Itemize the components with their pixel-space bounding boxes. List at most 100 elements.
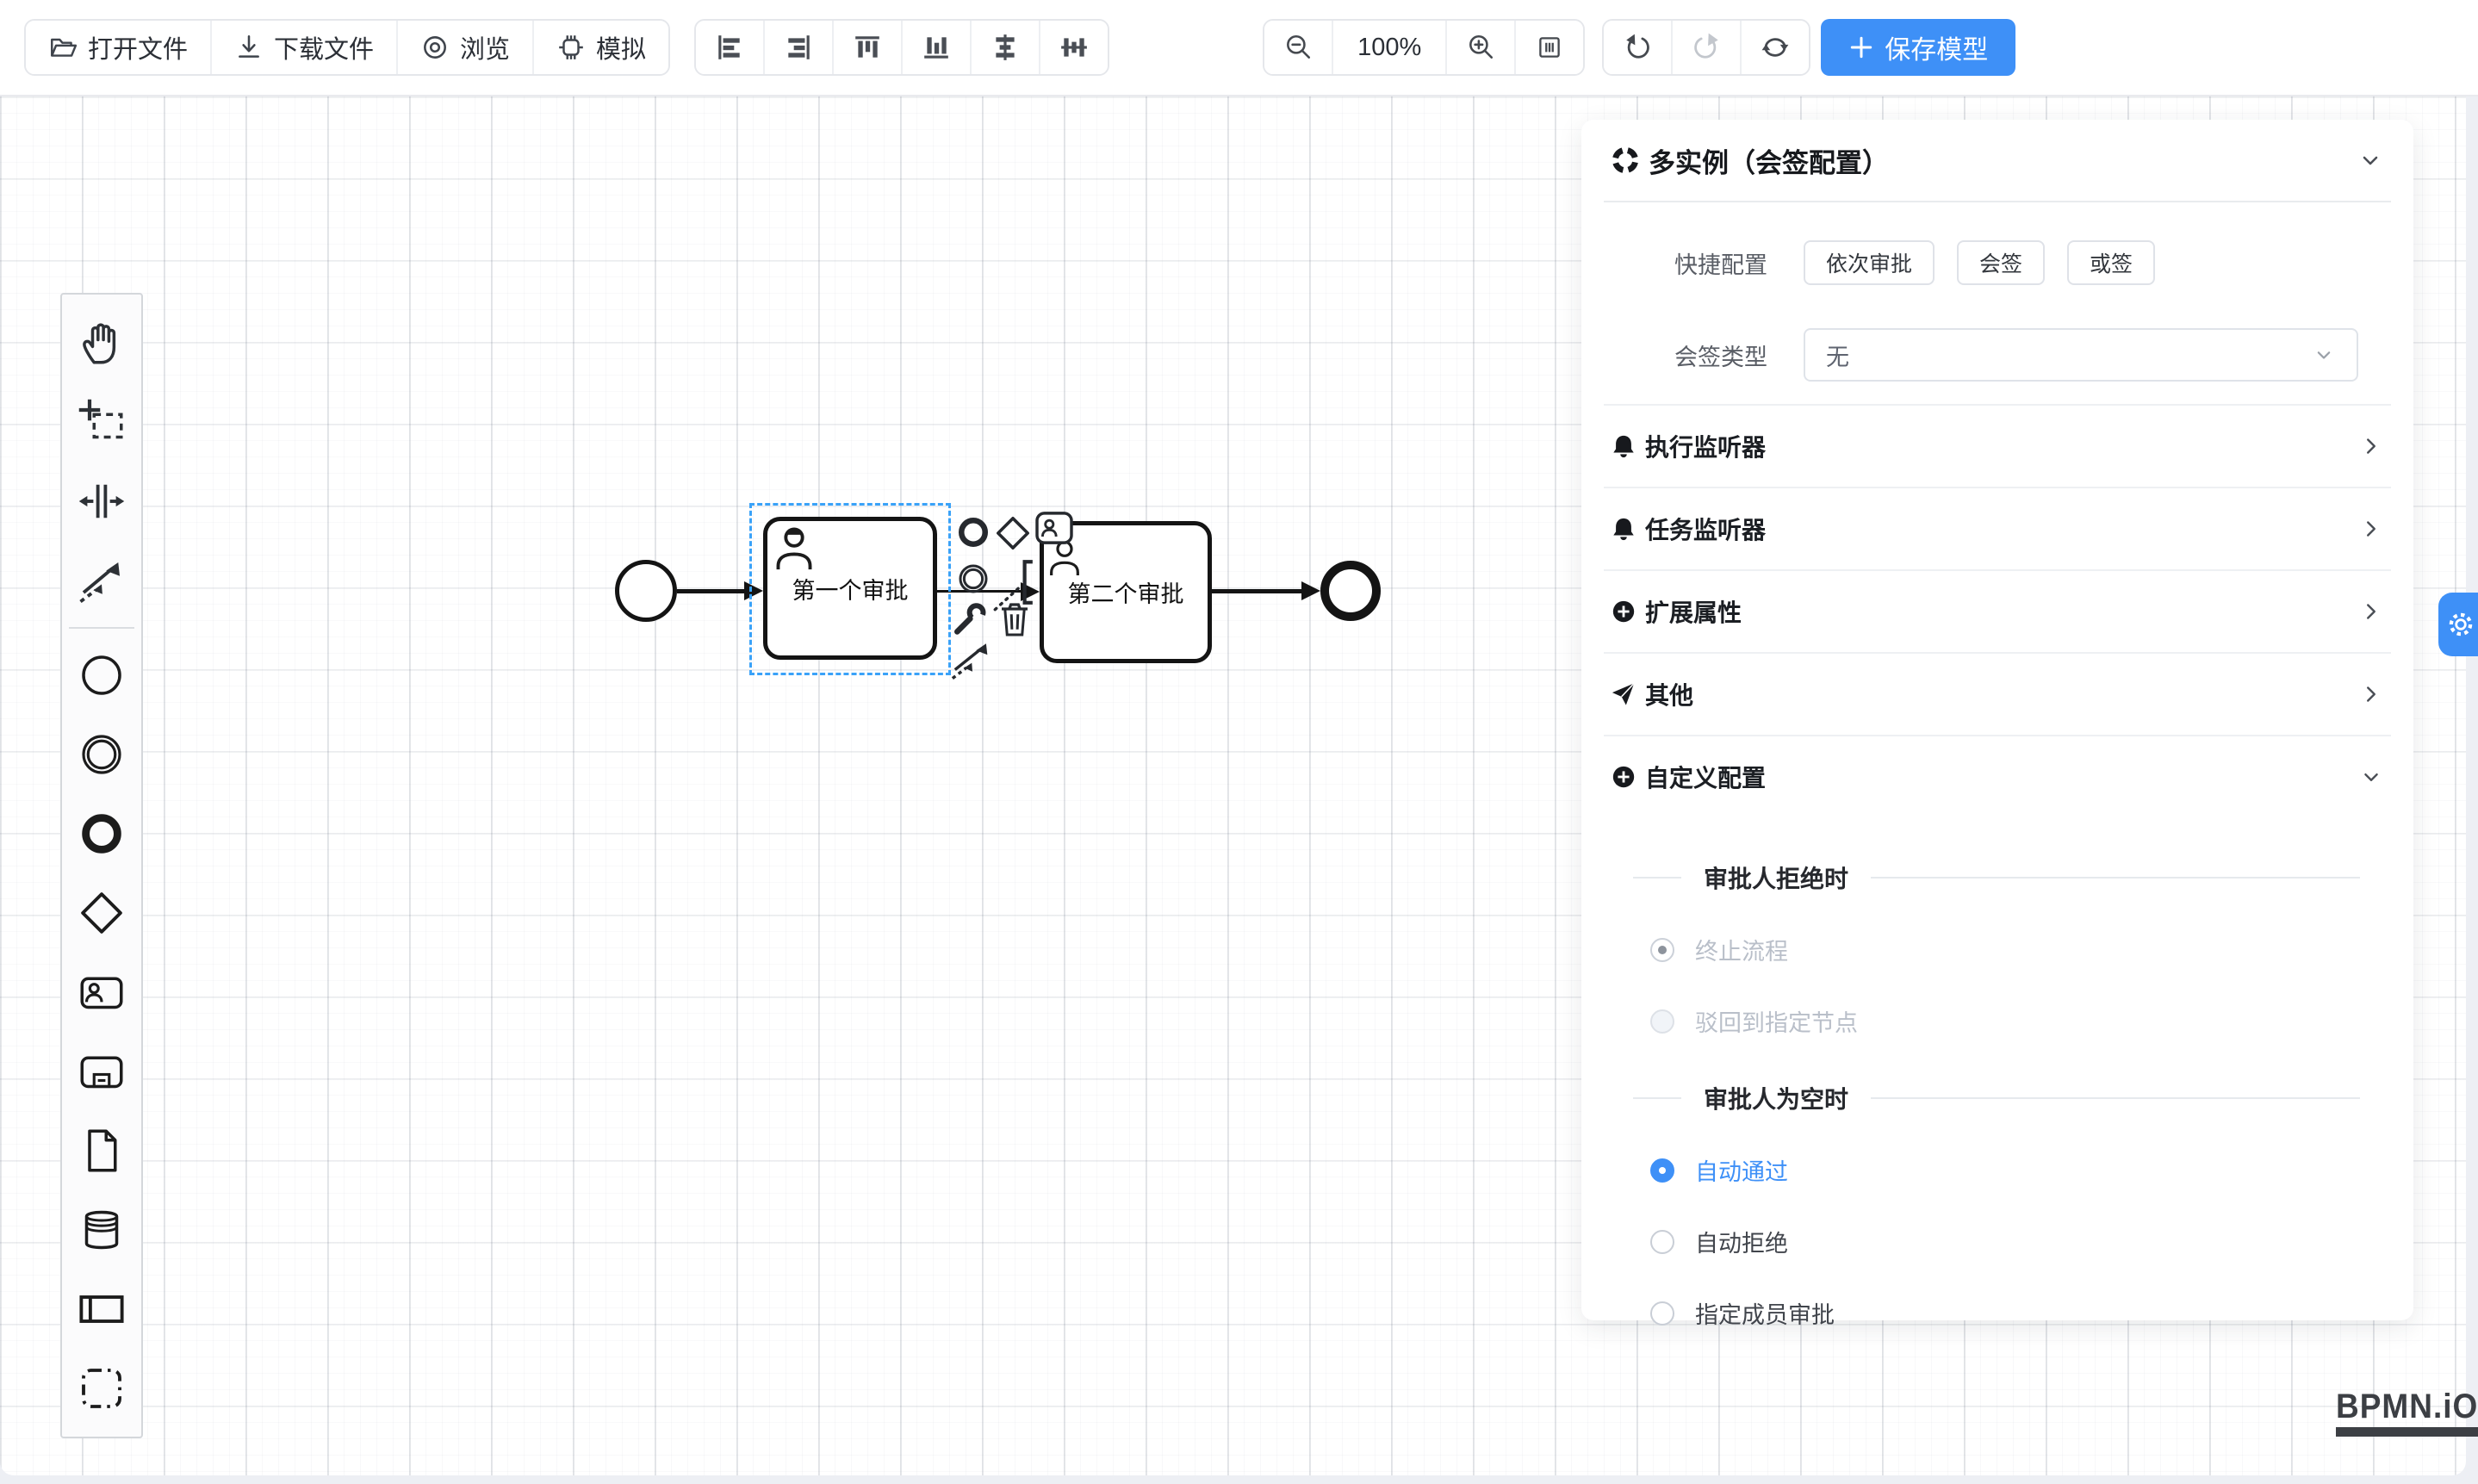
radio-label: 驳回到指定节点 bbox=[1695, 1004, 1858, 1038]
global-connect-icon bbox=[78, 556, 126, 605]
create-intermediate-event[interactable] bbox=[62, 715, 141, 794]
task-label: 第二个审批 bbox=[1068, 575, 1184, 609]
save-model-button[interactable]: 保存模型 bbox=[1821, 19, 2015, 76]
align-center-horizontal-icon bbox=[991, 33, 1020, 62]
create-gateway[interactable] bbox=[62, 873, 141, 953]
pad-append-end-event[interactable] bbox=[956, 515, 991, 550]
start-event[interactable] bbox=[615, 560, 677, 622]
chevron-down-icon bbox=[2358, 764, 2384, 790]
sequence-flow-arrowhead bbox=[744, 581, 763, 600]
hand-tool[interactable] bbox=[62, 303, 141, 382]
panel-header[interactable]: 多实例（会签配置） bbox=[1604, 120, 2391, 201]
multi-instance-icon bbox=[1611, 146, 1640, 175]
sign-type-value: 无 bbox=[1826, 338, 1849, 372]
pad-wrench[interactable] bbox=[953, 601, 989, 637]
gear-icon bbox=[2446, 610, 2475, 639]
undo-button[interactable] bbox=[1604, 21, 1671, 74]
intermediate-event-icon bbox=[78, 730, 126, 779]
pad-append-intermediate-event[interactable] bbox=[956, 562, 991, 596]
undo-icon bbox=[1623, 33, 1652, 62]
chevron-down-icon[interactable] bbox=[2357, 146, 2384, 174]
end-event[interactable] bbox=[1320, 561, 1381, 621]
toolbar: 打开文件 下载文件 浏览 模拟 bbox=[0, 0, 2478, 96]
sign-type-row: 会签类型 无 bbox=[1604, 328, 2391, 382]
refresh-icon bbox=[1761, 33, 1790, 62]
create-end-event[interactable] bbox=[62, 794, 141, 873]
pad-append-gateway[interactable] bbox=[994, 514, 1032, 552]
bpmn-io-logo[interactable]: BPMN.iO bbox=[2336, 1388, 2478, 1437]
create-data-store[interactable] bbox=[62, 1190, 141, 1270]
create-subprocess[interactable] bbox=[62, 1032, 141, 1111]
group-icon bbox=[78, 1364, 126, 1413]
align-left-button[interactable] bbox=[696, 21, 763, 74]
radio-terminate-process[interactable]: 终止流程 bbox=[1604, 933, 2391, 966]
align-top-icon bbox=[853, 33, 882, 62]
plus-icon bbox=[1848, 34, 1874, 60]
zoom-out-button[interactable] bbox=[1264, 21, 1332, 74]
fit-viewport-icon bbox=[1535, 33, 1564, 62]
panel-sections: 执行监听器 任务监听器 扩展属性 bbox=[1604, 404, 2391, 817]
align-center-horizontal-button[interactable] bbox=[970, 21, 1039, 74]
sequence-flow[interactable] bbox=[677, 589, 746, 593]
radio-icon bbox=[1650, 1230, 1674, 1254]
pad-append-user-task[interactable] bbox=[1034, 511, 1074, 545]
quick-config-countersign-button[interactable]: 会签 bbox=[1957, 240, 2045, 285]
global-connect-tool[interactable] bbox=[62, 541, 141, 620]
subprocess-icon bbox=[78, 1047, 126, 1096]
section-other[interactable]: 其他 bbox=[1604, 652, 2391, 735]
folder-open-icon bbox=[48, 33, 78, 62]
quick-config-orsign-button[interactable]: 或签 bbox=[2067, 240, 2155, 285]
open-file-button[interactable]: 打开文件 bbox=[26, 21, 210, 74]
align-center-vertical-button[interactable] bbox=[1039, 21, 1108, 74]
section-extended-properties[interactable]: 扩展属性 bbox=[1604, 569, 2391, 652]
pad-trash[interactable] bbox=[997, 598, 1032, 637]
section-task-listener[interactable]: 任务监听器 bbox=[1604, 487, 2391, 569]
chevron-right-icon bbox=[2358, 681, 2384, 707]
quick-config-sequential-button[interactable]: 依次审批 bbox=[1804, 240, 1935, 285]
start-event-icon bbox=[78, 651, 126, 699]
quick-config-row: 快捷配置 依次审批 会签 或签 bbox=[1604, 240, 2391, 285]
zoom-in-icon bbox=[1466, 33, 1495, 62]
space-tool[interactable] bbox=[62, 462, 141, 541]
create-participant-pool[interactable] bbox=[62, 1270, 141, 1349]
radio-auto-pass[interactable]: 自动通过 bbox=[1604, 1153, 2391, 1187]
section-custom-config[interactable]: 自定义配置 bbox=[1604, 735, 2391, 817]
fit-viewport-button[interactable] bbox=[1514, 21, 1583, 74]
download-file-button[interactable]: 下载文件 bbox=[210, 21, 396, 74]
pad-connect-tool[interactable] bbox=[950, 637, 995, 682]
download-file-label: 下载文件 bbox=[274, 29, 374, 65]
radio-return-to-node[interactable]: 驳回到指定节点 bbox=[1604, 1004, 2391, 1038]
radio-assign-member[interactable]: 指定成员审批 bbox=[1604, 1296, 2391, 1330]
refresh-button[interactable] bbox=[1740, 21, 1809, 74]
create-start-event[interactable] bbox=[62, 636, 141, 715]
zoom-in-button[interactable] bbox=[1447, 21, 1514, 74]
align-top-button[interactable] bbox=[832, 21, 901, 74]
user-task-person-icon bbox=[772, 524, 817, 574]
open-file-label: 打开文件 bbox=[88, 29, 188, 65]
create-group[interactable] bbox=[62, 1349, 141, 1428]
divider-line bbox=[1871, 877, 2360, 879]
sequence-flow-arrowhead bbox=[1301, 581, 1320, 600]
redo-button[interactable] bbox=[1671, 21, 1740, 74]
radio-auto-reject[interactable]: 自动拒绝 bbox=[1604, 1225, 2391, 1258]
settings-tab[interactable] bbox=[2438, 593, 2478, 656]
simulate-button[interactable]: 模拟 bbox=[532, 21, 668, 74]
zoom-level[interactable]: 100% bbox=[1332, 21, 1447, 74]
data-store-icon bbox=[78, 1206, 126, 1254]
sign-type-select[interactable]: 无 bbox=[1804, 328, 2358, 382]
preview-button[interactable]: 浏览 bbox=[396, 21, 532, 74]
section-execution-listener[interactable]: 执行监听器 bbox=[1604, 404, 2391, 487]
align-bottom-button[interactable] bbox=[901, 21, 970, 74]
download-icon bbox=[234, 33, 264, 62]
lasso-tool[interactable] bbox=[62, 382, 141, 462]
radio-icon bbox=[1650, 938, 1674, 962]
create-user-task[interactable] bbox=[62, 953, 141, 1032]
zoom-out-icon bbox=[1283, 33, 1313, 62]
align-right-button[interactable] bbox=[763, 21, 832, 74]
create-data-object[interactable] bbox=[62, 1111, 141, 1190]
sequence-flow[interactable] bbox=[1212, 589, 1303, 593]
align-center-vertical-icon bbox=[1059, 33, 1089, 62]
section-label: 扩展属性 bbox=[1645, 594, 1742, 629]
radio-icon bbox=[1650, 1009, 1674, 1034]
align-bottom-icon bbox=[922, 33, 951, 62]
